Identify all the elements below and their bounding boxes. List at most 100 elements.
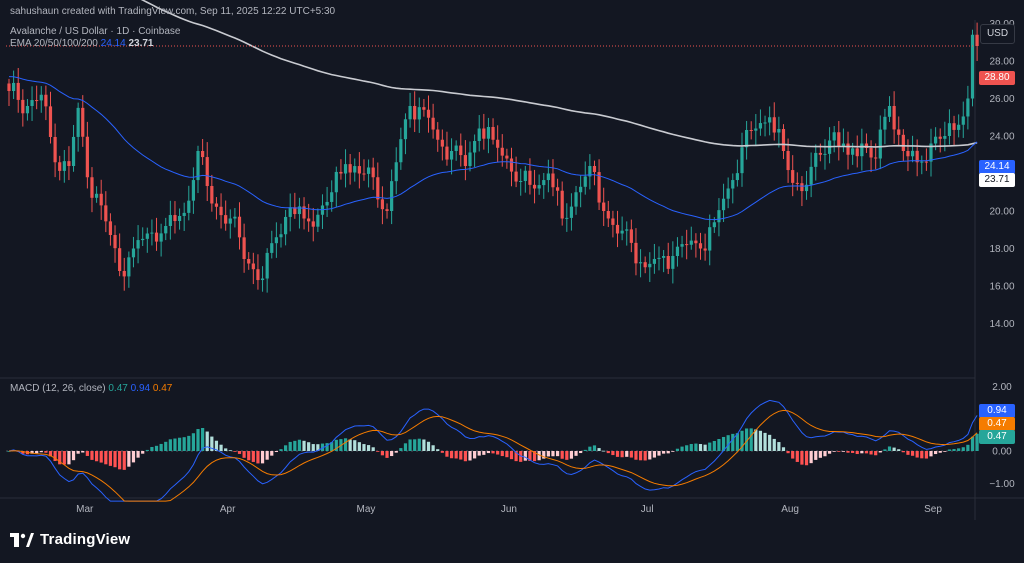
price-axis-tick: 24.00 <box>989 132 1014 143</box>
macd-histogram-bar <box>565 451 569 460</box>
macd-histogram-bar <box>689 443 693 451</box>
macd-histogram-bar <box>426 441 431 451</box>
macd-histogram-bar <box>814 451 818 460</box>
macd-histogram-bar <box>920 451 924 459</box>
candle-body <box>514 171 518 182</box>
candle-body <box>454 145 458 151</box>
macd-histogram-bar <box>81 451 85 453</box>
candle-body <box>901 134 905 151</box>
candle-body <box>758 123 763 129</box>
candle-body <box>625 229 629 231</box>
macd-histogram-bar <box>357 442 361 451</box>
macd-histogram-bar <box>874 451 878 456</box>
macd-histogram-bar <box>781 447 786 451</box>
macd-histogram-bar <box>279 449 283 451</box>
candle-body <box>611 218 615 225</box>
candle-body <box>615 224 620 234</box>
candle-body <box>325 201 329 206</box>
candle-body <box>878 129 882 159</box>
macd-histogram-bar <box>293 440 297 451</box>
candle-body <box>768 117 772 123</box>
macd-histogram-bar <box>454 451 458 459</box>
macd-histogram-bar <box>943 451 947 452</box>
macd-histogram-bar <box>832 451 836 452</box>
ema-fast-price-tag: 24.14 <box>979 160 1015 174</box>
macd-histogram-bar <box>265 451 269 460</box>
macd-histogram-bar <box>763 432 767 451</box>
candle-body <box>477 128 481 142</box>
macd-histogram-bar <box>749 428 753 451</box>
candle-body <box>781 129 786 151</box>
candle-body <box>376 177 380 200</box>
macd-histogram-bar <box>242 451 246 458</box>
macd-histogram-bar <box>837 451 841 452</box>
macd-axis-tick: 2.00 <box>992 382 1012 393</box>
macd-histogram-bar <box>422 439 426 451</box>
candle-body <box>224 215 228 224</box>
macd-histogram-bar <box>846 451 850 453</box>
chart-frame[interactable]: 30.0028.0026.0024.0022.0020.0018.0016.00… <box>0 0 1024 520</box>
macd-histogram-bar <box>67 451 71 465</box>
price-axis-tick: 14.00 <box>989 319 1014 330</box>
candle-body <box>380 199 385 210</box>
macd-histogram-bar <box>657 451 661 456</box>
candle-body <box>795 182 799 184</box>
ema-slow-price-tag: 23.71 <box>979 173 1015 187</box>
candle-body <box>131 248 136 258</box>
ema-legend[interactable]: EMA 20/50/100/200 24.14 23.71 <box>10 38 153 49</box>
chart-canvas[interactable]: 30.0028.0026.0024.0022.0020.0018.0016.00… <box>0 0 1024 520</box>
candle-body <box>35 100 39 102</box>
macd-histogram-bar <box>182 437 186 451</box>
macd-histogram-bar <box>929 451 933 457</box>
macd-signal-line <box>8 409 978 502</box>
candle-body <box>449 151 454 160</box>
candle-body <box>500 147 504 156</box>
macd-histogram-bar <box>477 451 481 456</box>
candle-body <box>168 215 172 226</box>
candle-body <box>104 205 108 222</box>
time-axis-tick: Apr <box>220 504 236 515</box>
candle-body <box>740 147 744 174</box>
macd-histogram-bar <box>237 451 242 454</box>
macd-histogram-bar <box>449 451 454 459</box>
currency-button[interactable]: USD <box>980 24 1015 44</box>
candle-body <box>906 151 910 157</box>
candle-body <box>814 152 818 167</box>
candle-body <box>717 210 721 223</box>
macd-histogram-bar <box>491 451 495 454</box>
time-axis-tick: Sep <box>924 504 942 515</box>
candle-body <box>532 184 537 189</box>
candle-body <box>606 211 610 219</box>
macd-legend[interactable]: MACD (12, 26, close) 0.47 0.94 0.47 <box>10 383 172 394</box>
macd-histogram-bar <box>118 451 122 470</box>
macd-hist-tag: 0.47 <box>979 430 1015 444</box>
candle-body <box>657 257 661 259</box>
price-axis-tick: 28.00 <box>989 57 1014 68</box>
candle-body <box>71 136 76 166</box>
tradingview-logo[interactable]: TradingView <box>10 531 130 548</box>
candle-body <box>260 278 265 281</box>
candle-body <box>602 202 606 211</box>
macd-histogram-bar <box>818 451 822 458</box>
candle-body <box>343 164 348 174</box>
macd-histogram-bar <box>247 451 251 461</box>
macd-histogram-bar <box>473 451 477 459</box>
candle-body <box>846 143 850 155</box>
candle-body <box>482 128 486 139</box>
macd-histogram-bar <box>366 445 371 451</box>
candle-body <box>422 107 426 110</box>
macd-histogram-bar <box>606 451 610 454</box>
macd-histogram-bar <box>159 443 163 451</box>
chart-attribution: sahushaun created with TradingView.com, … <box>10 6 336 17</box>
symbol-title[interactable]: Avalanche / US Dollar · 1D · Coinbase <box>10 26 180 37</box>
last-price-tag: 28.80 <box>979 71 1015 85</box>
candle-body <box>201 151 205 158</box>
macd-histogram-bar <box>708 442 712 451</box>
candle-body <box>874 157 878 159</box>
candle-body <box>952 123 956 130</box>
macd-histogram-bar <box>99 451 103 463</box>
macd-histogram-bar <box>666 451 670 454</box>
macd-histogram-bar <box>841 451 846 452</box>
candle-body <box>288 207 292 217</box>
candle-body <box>869 147 873 158</box>
